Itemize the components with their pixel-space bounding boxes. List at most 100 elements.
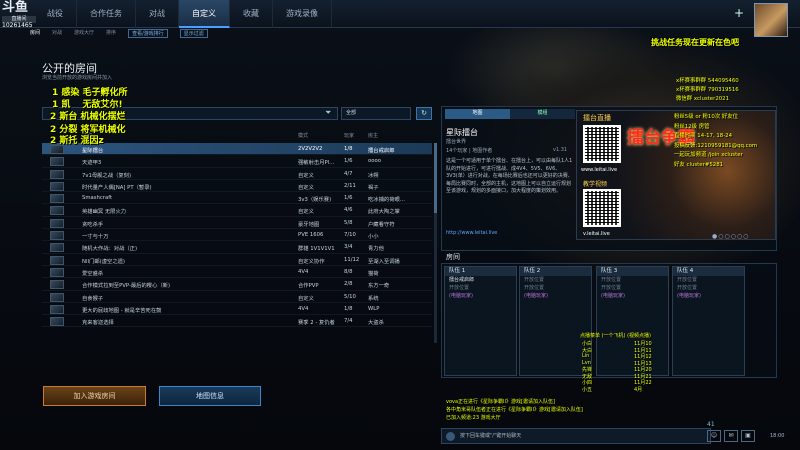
room-players: 7/4 xyxy=(344,318,353,325)
qr-code-icon xyxy=(583,189,621,227)
subnav-sort[interactable]: 排序 xyxy=(106,29,116,38)
carousel-dots[interactable]: ●○○○○○ xyxy=(712,233,749,240)
page-subtitle: 浏览当前开放的游戏房间并加入 xyxy=(42,75,113,81)
avatar[interactable] xyxy=(754,3,788,37)
room-players: 2/8 xyxy=(344,281,353,288)
scrollbar[interactable] xyxy=(434,143,437,343)
map-thumbnail xyxy=(50,206,64,216)
room-mode: 自定义 xyxy=(298,184,314,191)
subnav-rooms[interactable]: 房间 xyxy=(30,29,40,38)
table-row[interactable]: 更大的屁歧地图 - 就是辛苦死在鼓 4V4 1/8 WLP xyxy=(42,303,432,316)
room-name: 时代量产人偶[NA] PT（暂录) xyxy=(82,184,152,191)
map-thumbnail xyxy=(50,157,64,167)
filter-icon[interactable]: ⏷ xyxy=(325,108,331,118)
room-players: 1/6 xyxy=(344,158,353,165)
tab-custom[interactable]: 自定义 xyxy=(179,0,230,28)
col-host[interactable]: 房主 xyxy=(368,132,378,139)
room-name: 爱空盛杀 xyxy=(82,270,104,277)
friends-icon[interactable]: ☺ xyxy=(707,430,721,442)
overlay-line-3: 2 斯台 机械化摆烂 xyxy=(50,112,126,122)
table-row[interactable]: 随机大作战：对战（正) 群雄 1V1V1V1 3/4 青力他 xyxy=(42,241,432,254)
room-name: 更大的屁歧地图 - 就是辛苦死在鼓 xyxy=(82,307,162,314)
room-mode: 2V2V2V2 xyxy=(298,146,323,152)
table-row[interactable]: 贪吃杀手 豪牙地图 5/8 户藏看守符 xyxy=(42,217,432,230)
schedule-line: 好友 cluster#5281 xyxy=(674,161,724,168)
room-mode: 3v3（娱乐赛) xyxy=(298,197,332,204)
subnav-lobby[interactable]: 游戏大厅 xyxy=(74,29,94,38)
table-row[interactable]: 合作模式拉到至PVP-最后的樱心（新) 合作PVP 2/8 东方一奇 xyxy=(42,278,432,291)
subnav-filter[interactable]: 显示过滤 xyxy=(179,29,208,38)
room-players: 4/7 xyxy=(344,170,353,177)
team-slot[interactable]: 开放位置 xyxy=(445,284,516,292)
chat-notice-line: 各中角米哥队伍者正在进行《星际争霸II》游戏[邀请加入队伍] xyxy=(446,407,583,413)
room-host: 系统 xyxy=(368,295,379,302)
board-name: Lvn xyxy=(582,359,591,366)
team-slot[interactable]: 开放位置 xyxy=(597,276,668,284)
team-slot[interactable]: (电脑玩家) xyxy=(673,292,744,300)
map-thumbnail xyxy=(50,218,64,228)
room-players: 1/8 xyxy=(344,146,353,152)
room-host: oooo xyxy=(368,158,381,165)
room-host: 此府大陶之掌 xyxy=(368,209,400,216)
table-row[interactable]: 一寸与十万 PVE 1606 7/10 小小 xyxy=(42,229,432,242)
refresh-button[interactable]: ↻ xyxy=(416,107,432,120)
room-mode: 自定义 xyxy=(298,172,314,179)
map-thumbnail xyxy=(50,292,64,302)
social-icon[interactable]: ✉ xyxy=(724,430,738,442)
room-mode: 自定义协作 xyxy=(298,258,325,265)
room-mode: 4V4 xyxy=(298,268,309,275)
tab-replays[interactable]: 游戏录像 xyxy=(273,0,332,28)
tab-favorites[interactable]: 收藏 xyxy=(230,0,273,28)
map-thumbnail xyxy=(50,255,64,265)
room-list: 星际擂台 2V2V2V2 1/8 擂台戒启郎 天迹甲3 强敏射击月Pl… 1/6… xyxy=(42,143,432,328)
join-room-button[interactable]: 加入游戏房间 xyxy=(43,386,146,406)
table-row[interactable]: 时代量产人偶[NA] PT（暂录) 自定义 2/11 褐子 xyxy=(42,180,432,193)
team-slot[interactable]: 开放位置 xyxy=(520,284,591,292)
table-row[interactable]: NII门邮(虚空之遗) 自定义协作 11/12 至湖入至调播 xyxy=(42,254,432,266)
team-slot[interactable]: 开放位置 xyxy=(673,284,744,292)
subnav-ranking[interactable]: 查看/游戏排行 xyxy=(128,29,168,38)
room-name: 英雄幽冥 无限火力 xyxy=(82,209,127,216)
team-slot[interactable]: 擂台戒启郎 xyxy=(445,276,516,284)
scrollbar-thumb[interactable] xyxy=(434,143,437,213)
board-title: 点播菜单 (一个飞机) (视频点播) xyxy=(580,333,651,339)
chat-icon xyxy=(446,432,455,441)
add-icon[interactable]: + xyxy=(734,6,744,20)
room-players: 4/6 xyxy=(344,207,353,214)
col-players[interactable]: 玩家 xyxy=(344,132,354,139)
table-row[interactable]: 自食猴子 自定义 5/10 系统 xyxy=(42,291,432,303)
tab-mods[interactable]: 模组 xyxy=(510,109,575,119)
team-slot[interactable]: (电脑玩家) xyxy=(520,292,591,300)
subnav-versus[interactable]: 对战 xyxy=(52,29,62,38)
team-slot[interactable]: (电脑玩家) xyxy=(597,292,668,300)
team-title: 队伍 1 xyxy=(445,267,516,276)
clock: 18:00 xyxy=(770,433,785,439)
table-row[interactable]: 克来客迩选择 赛季 2 - 复仇者 7/4 大盗杀 xyxy=(42,315,432,328)
map-link[interactable]: http://www.leitai.live xyxy=(446,230,497,236)
room-host: 户藏看守符 xyxy=(368,221,395,228)
table-row[interactable]: 7v1母舰之战（复刻) 自定义 4/7 冰朔 xyxy=(42,168,432,180)
schedule-line: 一起玩加频道 /join xcluster xyxy=(674,152,743,158)
map-info-button[interactable]: 地图信息 xyxy=(159,386,261,406)
chat-input[interactable]: 按下回车键或"/"键开始聊天 xyxy=(441,428,711,444)
room-mode: 合作PVP xyxy=(298,283,319,290)
team-slot[interactable]: 开放位置 xyxy=(673,276,744,284)
team-slot[interactable]: 开放位置 xyxy=(520,276,591,284)
table-row[interactable]: 爱空盛杀 4V4 8/8 猫荷 xyxy=(42,266,432,279)
team-slot-panel: 队伍 1 擂台戒启郎 开放位置 (电脑玩家) xyxy=(444,266,517,376)
screen-icon[interactable]: ▣ xyxy=(741,430,755,442)
tab-versus[interactable]: 对战 xyxy=(136,0,179,28)
tab-coop[interactable]: 合作任务 xyxy=(77,0,136,28)
team-slot[interactable]: (电脑玩家) xyxy=(445,292,516,300)
room-name: 克来客迩选择 xyxy=(82,320,114,327)
team-title: 队伍 4 xyxy=(673,267,744,276)
streamer-id: 10261465 xyxy=(2,22,33,29)
table-row[interactable]: Smashcraft 3v3（娱乐赛) 1/6 吃冰捕的荷眼… xyxy=(42,192,432,205)
tab-campaign[interactable]: 战役 xyxy=(34,0,77,28)
table-row[interactable]: 英雄幽冥 无限火力 自定义 4/6 此府大陶之掌 xyxy=(42,204,432,217)
tab-map[interactable]: 地图 xyxy=(445,109,510,119)
col-mode[interactable]: 模式 xyxy=(298,132,308,139)
team-slot[interactable]: 开放位置 xyxy=(597,284,668,292)
table-row[interactable]: 天迹甲3 强敏射击月Pl… 1/6 oooo xyxy=(42,155,432,168)
filter-select[interactable]: 全部 xyxy=(341,107,411,120)
